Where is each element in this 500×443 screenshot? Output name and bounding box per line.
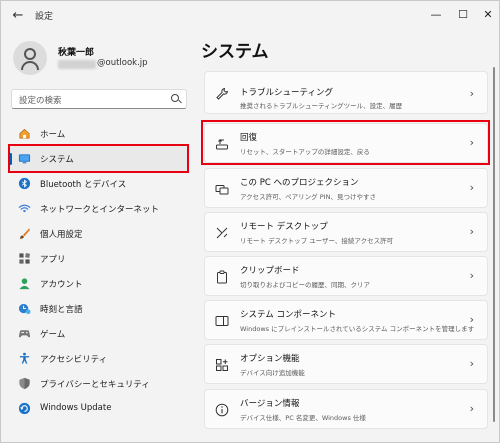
chevron-right-icon: › — [469, 402, 474, 415]
projection-icon — [215, 185, 229, 195]
sidebar-item-label: アプリ — [40, 255, 66, 265]
home-icon — [19, 128, 30, 139]
card-optional-features[interactable]: オプション機能 デバイス向け追加機能 › — [204, 344, 488, 384]
sidebar-item-label: ネットワークとインターネット — [40, 205, 160, 215]
title-bar: ← 設定 — ☐ ✕ — [1, 1, 499, 31]
wrench-icon — [216, 87, 229, 100]
search-input[interactable]: 設定の検索 — [11, 89, 187, 109]
sidebar-item-label: Bluetooth とデバイス — [40, 180, 127, 190]
email-redaction — [58, 60, 96, 69]
info-icon — [215, 403, 229, 417]
sidebar-item-time-language[interactable]: 時刻と言語 — [9, 296, 189, 321]
clock-globe-icon — [18, 303, 31, 315]
chevron-right-icon: › — [469, 87, 474, 100]
card-title: トラブルシューティング — [240, 88, 333, 98]
scrollbar-thumb[interactable] — [493, 67, 495, 422]
bluetooth-icon — [18, 177, 31, 190]
card-system-components[interactable]: システム コンポーネント Windows にプレインストールされているシステム … — [204, 300, 488, 340]
clipboard-icon — [217, 270, 227, 284]
sidebar-item-label: 個人用設定 — [40, 230, 83, 240]
sidebar-item-label: アカウント — [40, 280, 83, 290]
gamepad-icon — [18, 330, 31, 338]
optional-features-icon — [216, 359, 228, 371]
update-icon — [18, 402, 31, 415]
avatar[interactable] — [13, 41, 47, 75]
card-projection[interactable]: この PC へのプロジェクション アクセス許可、ペアリング PIN、見つけやすさ… — [204, 168, 488, 208]
close-button[interactable]: ✕ — [475, 5, 500, 25]
card-subtitle: 切り取りおよびコピーの履歴、同期、クリア — [240, 281, 370, 289]
remote-desktop-icon — [216, 227, 228, 239]
chevron-right-icon: › — [469, 269, 474, 282]
card-remote-desktop[interactable]: リモート デスクトップ リモート デスクトップ ユーザー、接続アクセス許可 › — [204, 212, 488, 252]
shield-icon — [19, 377, 30, 390]
chevron-right-icon: › — [469, 357, 474, 370]
sidebar-item-bluetooth[interactable]: Bluetooth とデバイス — [9, 171, 189, 196]
sidebar-item-personalization[interactable]: 個人用設定 — [9, 221, 189, 246]
card-subtitle: リモート デスクトップ ユーザー、接続アクセス許可 — [240, 237, 394, 245]
card-clipboard[interactable]: クリップボード 切り取りおよびコピーの履歴、同期、クリア › — [204, 256, 488, 296]
chevron-right-icon: › — [469, 225, 474, 238]
card-subtitle: デバイス仕様、PC 名変更、Windows 仕様 — [240, 414, 366, 422]
highlight-box-system — [8, 144, 189, 173]
page-title: システム — [201, 42, 269, 62]
sidebar-item-windows-update[interactable]: Windows Update — [9, 396, 189, 421]
card-troubleshoot[interactable]: トラブルシューティング 推奨されるトラブルシューティングツール、設定、履歴 › — [204, 71, 488, 114]
card-subtitle: 推奨されるトラブルシューティングツール、設定、履歴 — [240, 102, 403, 110]
settings-window: ← 設定 — ☐ ✕ 秋葉一郎 @outlook.jp 設定の検索 ホーム シス… — [0, 0, 500, 443]
sidebar-item-label: Windows Update — [40, 403, 112, 413]
sidebar-item-privacy[interactable]: プライバシーとセキュリティ — [9, 371, 189, 396]
brush-icon — [19, 228, 31, 239]
sidebar-item-label: プライバシーとセキュリティ — [40, 380, 150, 390]
avatar-body-shape — [21, 61, 39, 70]
sidebar-item-network[interactable]: ネットワークとインターネット — [9, 196, 189, 221]
sidebar-item-label: 時刻と言語 — [40, 305, 83, 315]
apps-icon — [19, 253, 31, 264]
search-icon[interactable] — [171, 94, 179, 102]
back-button[interactable]: ← — [9, 7, 27, 25]
card-about[interactable]: バージョン情報 デバイス仕様、PC 名変更、Windows 仕様 › — [204, 389, 488, 429]
accessibility-icon — [19, 352, 30, 364]
card-title: リモート デスクトップ — [240, 222, 328, 232]
minimize-button[interactable]: — — [423, 5, 449, 25]
chevron-right-icon: › — [469, 313, 474, 326]
sidebar-item-home[interactable]: ホーム — [9, 121, 189, 146]
card-title: クリップボード — [240, 266, 300, 276]
sidebar-item-gaming[interactable]: ゲーム — [9, 321, 189, 346]
card-title: この PC へのプロジェクション — [240, 178, 359, 188]
user-name: 秋葉一郎 — [58, 48, 95, 58]
components-icon — [215, 316, 229, 326]
highlight-box-recovery — [201, 120, 490, 165]
card-title: オプション機能 — [240, 354, 300, 364]
sidebar-item-apps[interactable]: アプリ — [9, 246, 189, 271]
card-title: システム コンポーネント — [240, 310, 336, 320]
chevron-right-icon: › — [469, 181, 474, 194]
sidebar-item-label: アクセシビリティ — [40, 355, 108, 365]
sidebar-item-accessibility[interactable]: アクセシビリティ — [9, 346, 189, 371]
wifi-icon — [18, 204, 31, 213]
account-icon — [19, 278, 30, 290]
card-subtitle: アクセス許可、ペアリング PIN、見つけやすさ — [240, 193, 376, 201]
maximize-button[interactable]: ☐ — [450, 5, 476, 25]
search-placeholder: 設定の検索 — [19, 96, 62, 106]
sidebar-item-accounts[interactable]: アカウント — [9, 271, 189, 296]
card-subtitle: デバイス向け追加機能 — [240, 369, 305, 377]
app-title: 設定 — [35, 12, 54, 22]
card-subtitle: Windows にプレインストールされているシステム コンポーネントを管理します — [240, 325, 475, 333]
user-email: @outlook.jp — [97, 58, 148, 68]
card-title: バージョン情報 — [240, 399, 300, 409]
avatar-head-shape — [24, 48, 36, 60]
sidebar-item-label: ゲーム — [40, 330, 66, 340]
sidebar-item-label: ホーム — [40, 130, 66, 140]
